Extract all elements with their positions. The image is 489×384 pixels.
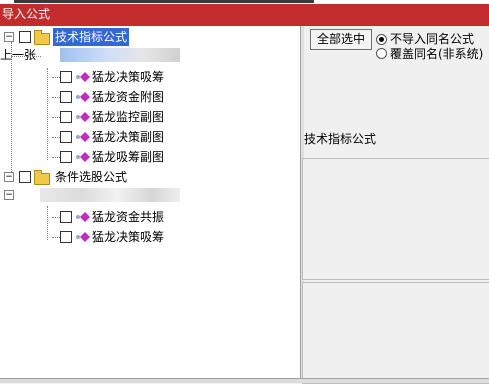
group-label[interactable]: 技术指标公式 (53, 28, 130, 46)
tree-item[interactable]: 猛龙资金共振 (0, 208, 300, 226)
collapse-icon[interactable]: − (4, 190, 14, 200)
tree-item[interactable]: 猛龙决策吸筹 (0, 68, 300, 86)
folder-icon (34, 30, 50, 45)
formula-icon (76, 212, 90, 222)
tree-item[interactable]: 猛龙决策副图 (0, 128, 300, 146)
radio-skip-duplicates[interactable] (376, 34, 387, 45)
bottom-edge (0, 378, 489, 383)
item-checkbox[interactable] (60, 71, 72, 83)
item-checkbox[interactable] (60, 91, 72, 103)
item-label: 猛龙监控副图 (92, 110, 165, 124)
group-label[interactable]: 条件选股公式 (55, 168, 127, 186)
tree-item[interactable]: 猛龙资金附图 (0, 88, 300, 106)
dialog-body: − 技术指标公式 上一张 猛龙决策吸筹 猛龙资金附图 猛龙监控副图 猛龙决策副图… (0, 26, 489, 384)
formula-icon (76, 132, 90, 142)
folder-icon (34, 170, 50, 185)
tree-item[interactable]: 猛龙吸筹副图 (0, 148, 300, 166)
item-checkbox[interactable] (60, 131, 72, 143)
formula-icon (76, 72, 90, 82)
item-label: 猛龙决策吸筹 (92, 230, 165, 244)
tree-item[interactable]: 猛龙决策吸筹 (0, 228, 300, 246)
radio-label[interactable]: 不导入同名公式 (390, 32, 474, 46)
tree-guide-line (11, 56, 41, 57)
description-panel (302, 158, 489, 280)
item-checkbox[interactable] (60, 111, 72, 123)
item-label: 猛龙吸筹副图 (92, 150, 165, 164)
group-checkbox[interactable] (19, 31, 31, 43)
formula-icon (76, 152, 90, 162)
item-checkbox[interactable] (60, 211, 72, 223)
top-strip-dark (14, 0, 314, 3)
blurred-region (40, 188, 180, 202)
collapse-icon[interactable]: − (4, 32, 14, 42)
section-label: 技术指标公式 (304, 132, 377, 146)
radio-overwrite[interactable] (376, 48, 387, 59)
window-title: 导入公式 (2, 7, 51, 21)
formula-icon (76, 112, 90, 122)
options-panel: 全部选中 不导入同名公式 覆盖同名(非系统) 技术指标公式 (302, 26, 489, 384)
item-label: 猛龙资金附图 (92, 90, 165, 104)
tree-item[interactable]: 猛龙监控副图 (0, 108, 300, 126)
preview-panel (302, 282, 489, 384)
blurred-region (60, 48, 180, 62)
formula-icon (76, 232, 90, 242)
item-checkbox[interactable] (60, 151, 72, 163)
item-checkbox[interactable] (60, 231, 72, 243)
radio-label[interactable]: 覆盖同名(非系统) (390, 47, 483, 61)
item-label: 猛龙资金共振 (92, 210, 165, 224)
side-label: 上一张 (0, 48, 37, 62)
item-label: 猛龙决策吸筹 (92, 70, 165, 84)
title-bar: 导入公式 (0, 4, 489, 26)
group-checkbox[interactable] (19, 171, 31, 183)
collapse-icon[interactable]: − (4, 172, 14, 182)
tree-group-screening[interactable]: − 条件选股公式 (0, 168, 300, 186)
select-all-button[interactable]: 全部选中 (310, 29, 372, 50)
formula-icon (76, 92, 90, 102)
item-label: 猛龙决策副图 (92, 130, 165, 144)
formula-tree[interactable]: − 技术指标公式 上一张 猛龙决策吸筹 猛龙资金附图 猛龙监控副图 猛龙决策副图… (0, 26, 300, 378)
tree-group-technical[interactable]: − 技术指标公式 (0, 28, 300, 46)
